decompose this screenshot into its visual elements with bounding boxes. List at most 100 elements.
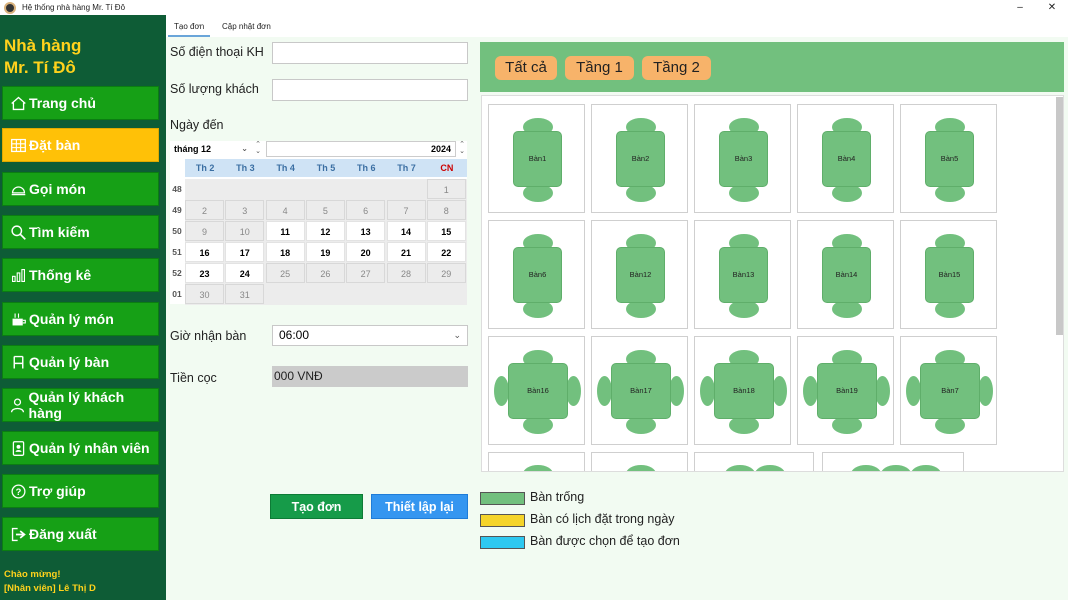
guests-input[interactable]	[272, 79, 468, 101]
calendar-day[interactable]: 20	[346, 242, 386, 262]
calendar-day: 10	[225, 221, 265, 241]
table-card[interactable]	[694, 452, 814, 471]
close-button[interactable]: ✕	[1036, 0, 1068, 15]
table-card[interactable]: Bàn6	[488, 220, 585, 329]
sidebar-item-7[interactable]: Quản lý khách hàng	[2, 388, 159, 422]
calendar-day: 3	[225, 200, 265, 220]
sidebar-item-10[interactable]: Đăng xuất	[2, 517, 159, 551]
table-card[interactable]: Bàn18	[694, 336, 791, 445]
week-number: 50	[172, 226, 182, 236]
sidebar-item-8[interactable]: Quản lý nhân viên	[2, 431, 159, 465]
table-map-scrollbar[interactable]	[1056, 97, 1063, 335]
legend-swatch-booked	[480, 514, 525, 527]
chair-icon	[523, 465, 553, 471]
calendar-day[interactable]: 13	[346, 221, 386, 241]
table-card[interactable]	[488, 452, 585, 471]
create-order-button[interactable]: Tạo đơn	[270, 494, 363, 519]
year-spinner[interactable]: ⌃ ⌄	[457, 141, 467, 157]
table-card[interactable]: Bàn4	[797, 104, 894, 213]
tab-create-order[interactable]: Tạo đơn	[168, 18, 211, 37]
bar-chart-icon	[9, 266, 27, 284]
chair-icon	[9, 353, 27, 371]
legend-item: Bàn trống	[480, 490, 780, 508]
table-card[interactable]: Bàn16	[488, 336, 585, 445]
table-card[interactable]: Bàn2	[591, 104, 688, 213]
legend-item: Bàn được chọn để tạo đơn	[480, 534, 780, 552]
guests-label: Số lượng khách	[170, 82, 259, 96]
chair-icon	[566, 376, 581, 406]
table-card[interactable]: Bàn15	[900, 220, 997, 329]
day-grid: 1 2 3 4 5 6 7 8 9 10 11 12 13 14 15 16 17 18 19 20 21 22 23 24 2…	[185, 179, 467, 305]
table-top: Bàn13	[719, 247, 768, 303]
weekday-label: Th 4	[276, 163, 295, 173]
calendar-day[interactable]: 19	[305, 242, 345, 262]
sidebar-item-1[interactable]: Đặt bàn	[2, 128, 159, 162]
calendar-day: 2	[185, 200, 224, 220]
table-card[interactable]	[591, 452, 688, 471]
calendar-day[interactable]: 24	[225, 263, 265, 283]
sidebar-item-label: Đăng xuất	[29, 526, 97, 542]
chair-icon	[875, 376, 890, 406]
table-card[interactable]: Bàn7	[900, 336, 997, 445]
sidebar-item-3[interactable]: Tìm kiếm	[2, 215, 159, 249]
calendar-day: 25	[265, 263, 305, 283]
legend-swatch-free	[480, 492, 525, 505]
sidebar-item-label: Thống kê	[29, 267, 92, 283]
table-top: Bàn4	[822, 131, 871, 187]
window-title: Hệ thống nhà hàng Mr. Tí Đô	[22, 3, 126, 12]
week-number: 51	[172, 247, 182, 257]
table-card[interactable]: Bàn12	[591, 220, 688, 329]
dish-cloche-icon	[9, 180, 27, 198]
week-number: 01	[172, 289, 182, 299]
minimize-button[interactable]: –	[1004, 0, 1036, 15]
calendar-day[interactable]: 11	[265, 221, 305, 241]
table-card[interactable]: Bàn17	[591, 336, 688, 445]
table-top: Bàn1	[513, 131, 562, 187]
calendar-day[interactable]: 22	[426, 242, 466, 262]
table-card[interactable]: Bàn5	[900, 104, 997, 213]
table-card[interactable]: Bàn3	[694, 104, 791, 213]
calendar-day[interactable]: 12	[305, 221, 345, 241]
month-spinner[interactable]: ⌃ ⌄	[252, 141, 264, 157]
time-select[interactable]: 06:00 ⌄	[272, 325, 468, 346]
floor-2-button[interactable]: Tầng 2	[642, 56, 711, 80]
tab-update-order[interactable]: Cập nhật đơn	[216, 18, 277, 37]
month-select[interactable]: tháng 12 ⌄	[170, 141, 250, 157]
sidebar-item-label: Gọi món	[29, 181, 86, 197]
sidebar-item-5[interactable]: Quản lý món	[2, 302, 159, 336]
chevron-up-icon: ⌃	[459, 141, 465, 148]
floor-1-button[interactable]: Tầng 1	[565, 56, 634, 80]
sidebar-item-9[interactable]: ? Trợ giúp	[2, 474, 159, 508]
reset-button[interactable]: Thiết lập lại	[371, 494, 468, 519]
table-card[interactable]	[822, 452, 964, 471]
calendar-day: 6	[346, 200, 386, 220]
svg-text:?: ?	[15, 486, 21, 496]
month-value: tháng 12	[174, 144, 212, 154]
table-label: Bàn7	[941, 386, 959, 395]
table-top: Bàn7	[920, 363, 980, 419]
phone-input[interactable]	[272, 42, 468, 64]
calendar-day[interactable]: 17	[225, 242, 265, 262]
table-card[interactable]: Bàn19	[797, 336, 894, 445]
calendar-day[interactable]: 15	[426, 221, 466, 241]
sidebar-item-2[interactable]: Gọi món	[2, 172, 159, 206]
year-input[interactable]: 2024	[266, 141, 456, 157]
search-icon	[9, 223, 27, 241]
calendar-day[interactable]: 14	[386, 221, 426, 241]
table-card[interactable]: Bàn14	[797, 220, 894, 329]
sidebar-item-4[interactable]: Thống kê	[2, 258, 159, 292]
table-card[interactable]: Bàn13	[694, 220, 791, 329]
table-top: Bàn2	[616, 131, 665, 187]
calendar-day[interactable]: 16	[185, 242, 224, 262]
chair-icon	[881, 465, 911, 471]
sidebar-item-0[interactable]: Trang chủ	[2, 86, 159, 120]
calendar-day[interactable]: 18	[265, 242, 305, 262]
table-card[interactable]: Bàn1	[488, 104, 585, 213]
sidebar-item-label: Trang chủ	[29, 95, 96, 111]
weekday-label: Th 7	[397, 163, 416, 173]
calendar-day[interactable]: 23	[185, 263, 224, 283]
chair-icon	[978, 376, 993, 406]
floor-all-button[interactable]: Tất cả	[495, 56, 557, 80]
sidebar-item-6[interactable]: Quản lý bàn	[2, 345, 159, 379]
calendar-day[interactable]: 21	[386, 242, 426, 262]
